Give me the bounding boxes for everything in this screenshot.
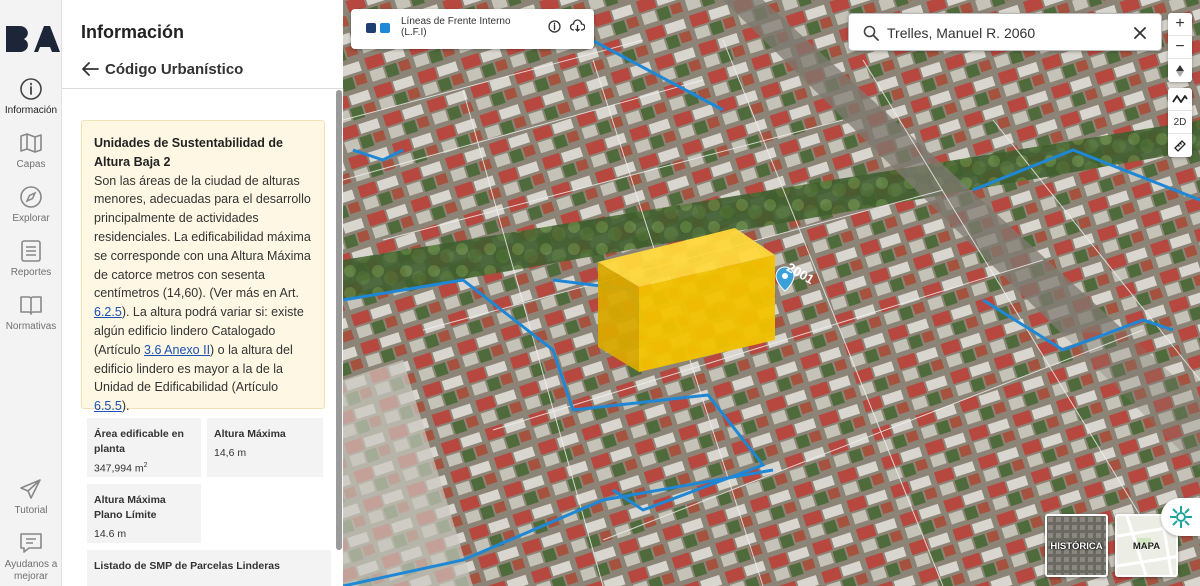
report-icon [21,240,41,262]
book-icon [20,296,42,315]
nav-capas[interactable]: Capas [0,130,62,170]
zone-title: Unidades de Sustentabilidad de Altura Ba… [94,136,283,169]
back-button[interactable]: Código Urbanístico [81,58,243,80]
unit-sup: 2 [143,462,148,469]
nav-reportes[interactable]: Reportes [0,238,62,278]
compass-reset-button[interactable] [1168,59,1192,82]
zone-info-card: Unidades de Sustentabilidad de Altura Ba… [81,120,325,413]
nav-label: Explorar [12,213,50,224]
panel-title: Información [81,22,185,42]
view-controls: 2D [1168,88,1192,157]
layer-name-line: (L.F.I) [401,27,427,38]
link-art-655[interactable]: 6.5.5 [94,399,122,413]
search-icon [863,25,879,41]
tile-smp-linderas[interactable]: Listado de SMP de Parcelas Linderas [87,550,331,586]
link-art-36[interactable]: 3.6 Anexo II [144,343,210,357]
tile-area-edificable: Área edificable en planta 347,994 m2 [87,418,201,477]
layer-name-line: Líneas de Frente Interno [401,16,511,27]
nav-ayudanos[interactable]: Ayudanos a mejorar [0,530,62,583]
layer-color-swatch [380,23,390,33]
desc-text: ). [121,399,130,414]
zoom-controls: + − [1168,13,1192,82]
basemap-label: MAPA [1132,541,1161,552]
tile-label: Área edificable en planta [94,428,184,455]
desc-text: Son las áreas de la ciudad de alturas me… [94,173,311,301]
compass-north-icon [1176,64,1184,77]
zoom-out-button[interactable]: − [1168,36,1192,59]
nav-normativas[interactable]: Normativas [0,292,62,332]
ruler-icon [1174,139,1186,152]
zigzag-icon [1172,95,1188,103]
nav-label: Ayudanos a mejorar [4,559,58,582]
search-input[interactable] [887,22,1127,44]
active-layer-card: Líneas de Frente Interno (L.F.I) [351,9,594,49]
toggle-2d-button[interactable]: 2D [1168,111,1192,134]
layer-checkbox[interactable] [366,23,376,33]
address-search [848,13,1162,51]
info-icon[interactable] [548,20,561,33]
map-icon [20,133,42,153]
assistant-button[interactable] [1161,498,1200,536]
measure-button[interactable] [1168,134,1192,157]
compass-icon [20,186,42,208]
info-icon [20,78,42,100]
link-art-625[interactable]: 6.2.5 [94,305,122,319]
chatbot-icon [1170,506,1192,528]
tile-value: 347,994 m2 [94,462,194,475]
basemap-label: HISTÓRICA [1050,541,1103,552]
zone-description: Son las áreas de la ciudad de alturas me… [94,172,312,416]
nav-label: Reportes [10,267,52,278]
aerial-map[interactable]: 2001 [343,0,1200,586]
tile-label: Altura Máxima Plano Límite [94,494,166,521]
tile-altura-maxima: Altura Máxima 14,6 m [207,418,323,477]
terrain-button[interactable] [1168,88,1192,111]
section-title: Código Urbanístico [105,60,244,78]
close-icon[interactable] [1132,25,1148,41]
tile-value: 14.6 m [94,528,127,540]
paper-plane-icon [20,479,41,499]
tile-altura-plano-limite: Altura Máxima Plano Límite 14.6 m [87,484,201,543]
layer-name: Líneas de Frente Interno (L.F.I) [401,16,511,38]
tile-label: Listado de SMP de Parcelas Linderas [94,560,280,572]
basemap-historica[interactable]: HISTÓRICA [1045,514,1108,577]
value-text: 347,994 m [94,462,144,475]
nav-rail: Información Capas Explorar Reportes Norm… [0,0,62,586]
divider [62,88,343,89]
nav-informacion[interactable]: Información [0,76,62,116]
nav-label: Tutorial [14,505,48,516]
panel-scrollbar[interactable] [336,90,342,550]
zoom-in-button[interactable]: + [1168,13,1192,36]
tile-value: 14,6 m [214,447,247,459]
tile-label: Altura Máxima [214,428,286,440]
map-view[interactable]: 2001 [343,0,1200,586]
cloud-download-icon[interactable] [570,19,585,33]
nav-explorar[interactable]: Explorar [0,184,62,224]
nav-label: Capas [16,159,46,170]
arrow-left-icon [82,62,99,76]
info-panel: Información Código Urbanístico Unidades … [62,0,343,586]
nav-label: Información [4,105,58,116]
ba-logo[interactable] [4,22,60,56]
feedback-icon [20,533,42,553]
nav-label: Normativas [5,321,57,332]
nav-tutorial[interactable]: Tutorial [0,476,62,516]
